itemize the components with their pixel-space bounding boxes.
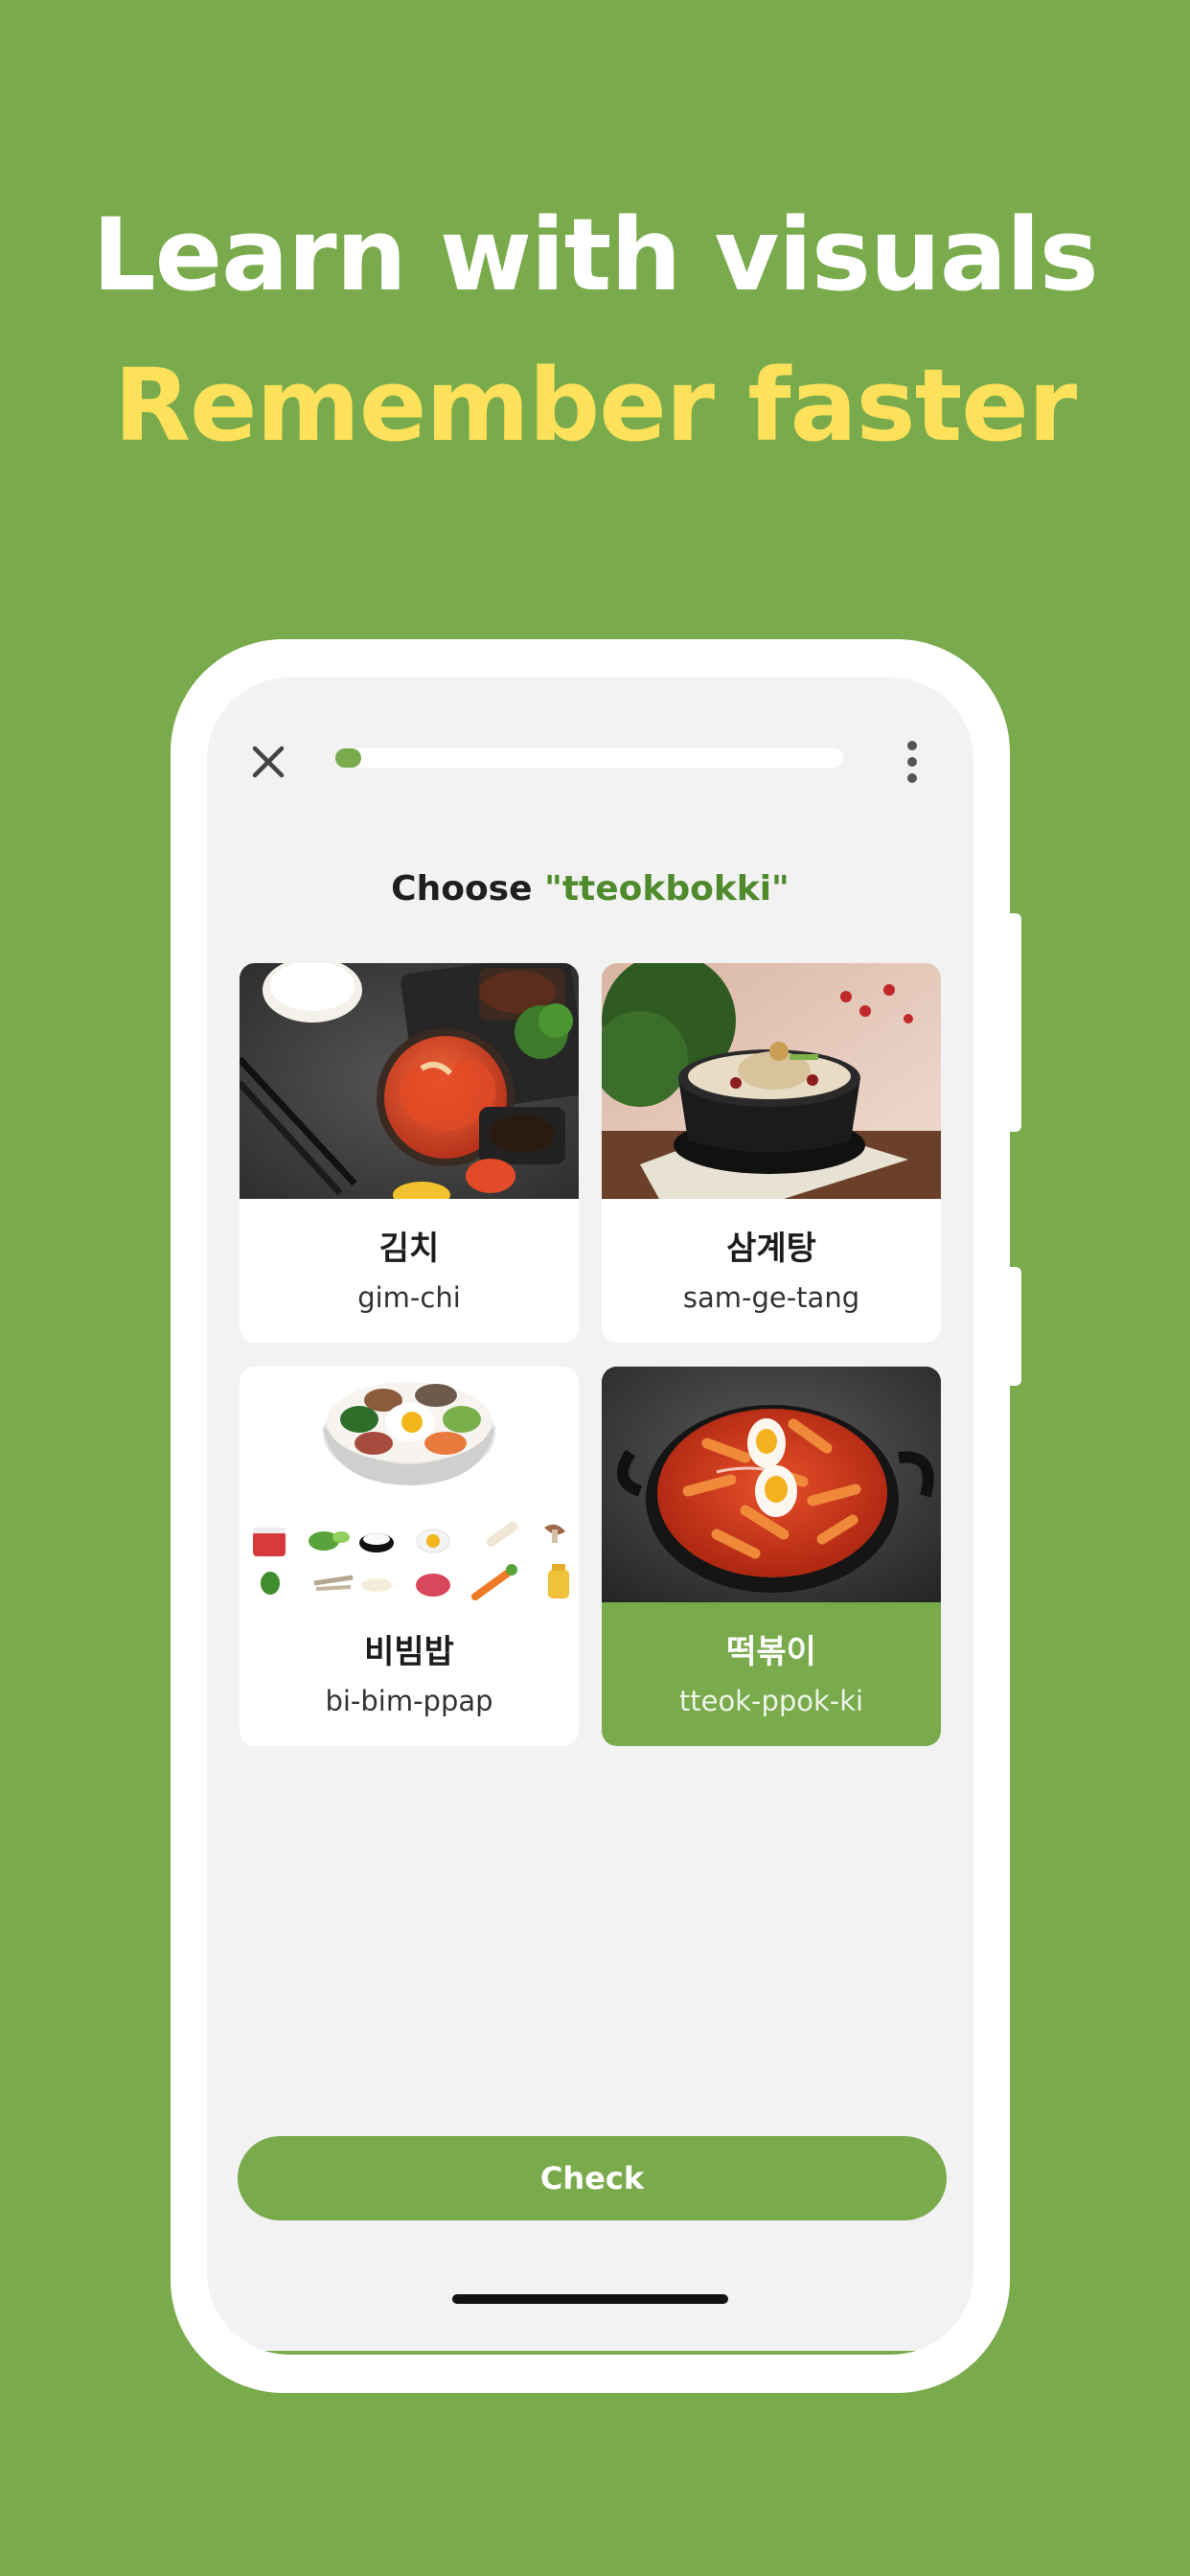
lesson-progress-bar	[335, 748, 843, 768]
close-button[interactable]	[241, 735, 295, 789]
question-prompt: Choose "tteokbokki"	[207, 869, 973, 908]
prompt-prefix: Choose	[391, 869, 545, 908]
prompt-target-word: "tteokbokki"	[544, 869, 790, 908]
headline-learn-with-visuals: Learn with visuals	[92, 196, 1098, 313]
kimchi-photo	[240, 963, 579, 1199]
option-romanization-label: tteok-ppok-ki	[678, 1685, 864, 1717]
close-icon	[252, 746, 285, 778]
option-card-bi-bim-ppap[interactable]: 비빔밥 bi-bim-ppap	[240, 1367, 579, 1746]
app-screen: Choose "tteokbokki" 김치 gim-chi 삼계탕 sam-g…	[207, 678, 973, 2355]
bibimbap-illustration	[240, 1367, 579, 1602]
option-card-sam-ge-tang[interactable]: 삼계탕 sam-ge-tang	[602, 963, 941, 1343]
option-korean-label: 김치	[378, 1230, 440, 1268]
more-options-button[interactable]	[891, 733, 933, 791]
option-card-gim-chi[interactable]: 김치 gim-chi	[240, 963, 579, 1343]
phone-side-button-volume	[1010, 913, 1021, 1132]
screen-bottom-accent	[207, 2351, 973, 2355]
headline-remember-faster: Remember faster	[113, 347, 1077, 464]
option-korean-label: 삼계탕	[726, 1230, 816, 1268]
option-korean-label: 비빔밥	[364, 1633, 454, 1671]
option-korean-label: 떡볶이	[726, 1633, 816, 1671]
tteokbokki-photo	[602, 1367, 941, 1602]
option-romanization-label: gim-chi	[357, 1281, 461, 1314]
phone-side-button-power	[1010, 1267, 1021, 1386]
option-romanization-label: sam-ge-tang	[682, 1281, 860, 1314]
more-vertical-icon	[907, 741, 917, 783]
option-card-tteok-ppok-ki[interactable]: 떡볶이 tteok-ppok-ki	[602, 1367, 941, 1746]
home-indicator[interactable]	[452, 2294, 728, 2304]
phone-frame: Choose "tteokbokki" 김치 gim-chi 삼계탕 sam-g…	[171, 639, 1010, 2393]
option-romanization-label: bi-bim-ppap	[325, 1685, 493, 1717]
lesson-progress-fill	[335, 748, 361, 768]
check-button[interactable]: Check	[238, 2136, 947, 2220]
samgyetang-photo	[602, 963, 941, 1199]
